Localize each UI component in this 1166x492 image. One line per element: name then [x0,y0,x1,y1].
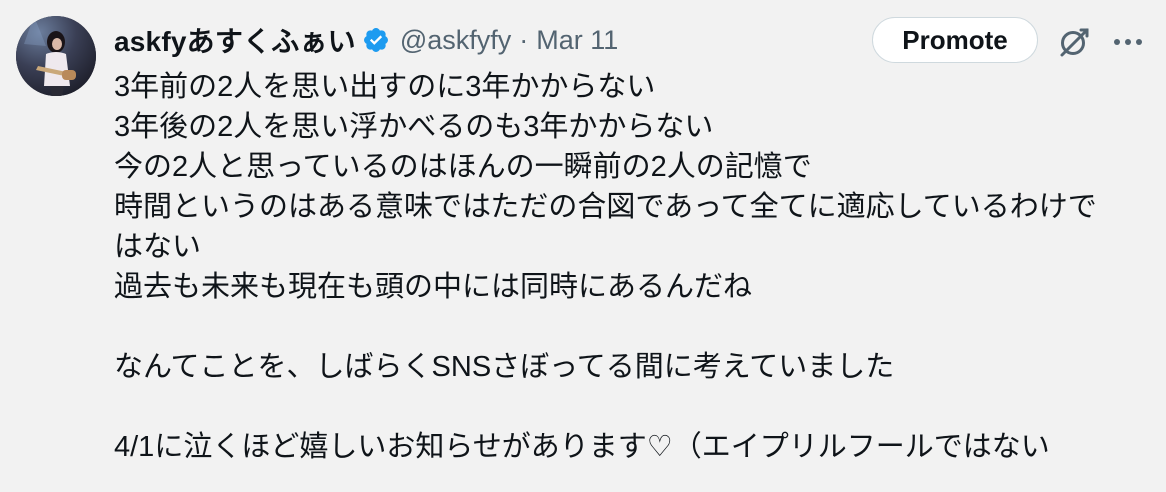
tweet-text-line: 3年前の2人を思い出すのに3年かからない [114,71,656,103]
header-separator: · [519,24,529,55]
tweet-text-line: 3年後の2人を思い浮かべるのも3年かからない [114,111,714,143]
author-display-name[interactable]: askfyあすくふぁい [114,20,356,60]
avatar-image [16,16,96,96]
avatar[interactable] [16,16,96,96]
tweet-date[interactable]: Mar 11 [536,25,618,56]
tweet-text-line: 4/1に泣くほど嬉しいお知らせがあります♡（エイプリルフールではない [114,431,1050,463]
tweet-header: askfyあすくふぁい @askfyfy · Mar 11 [114,20,618,60]
tweet-card: askfyあすくふぁい @askfyfy · Mar 11 Promote 3年… [0,0,1166,492]
tweet-text-line: 過去も未来も現在も頭の中には同時にあるんだね [114,271,753,303]
tweet-text-line: なんてことを、しばらくSNSさぼってる間に考えていました [114,351,895,383]
author-handle[interactable]: @askfyfy [400,25,511,56]
tweet-text-line: はない [114,231,202,263]
tweet-text: 3年前の2人を思い出すのに3年かからない 3年後の2人を思い浮かべるのも3年かか… [114,67,1154,467]
tweet-text-line: 時間というのはある意味ではただの合図であって全てに適応しているわけで [114,191,1097,223]
more-options-icon[interactable] [1108,22,1148,62]
tweet-text-line: 今の2人と思っているのはほんの一瞬前の2人の記憶で [114,151,812,183]
promote-button[interactable]: Promote [872,17,1038,63]
verified-badge-icon[interactable] [362,26,390,54]
grok-icon[interactable] [1054,22,1094,62]
